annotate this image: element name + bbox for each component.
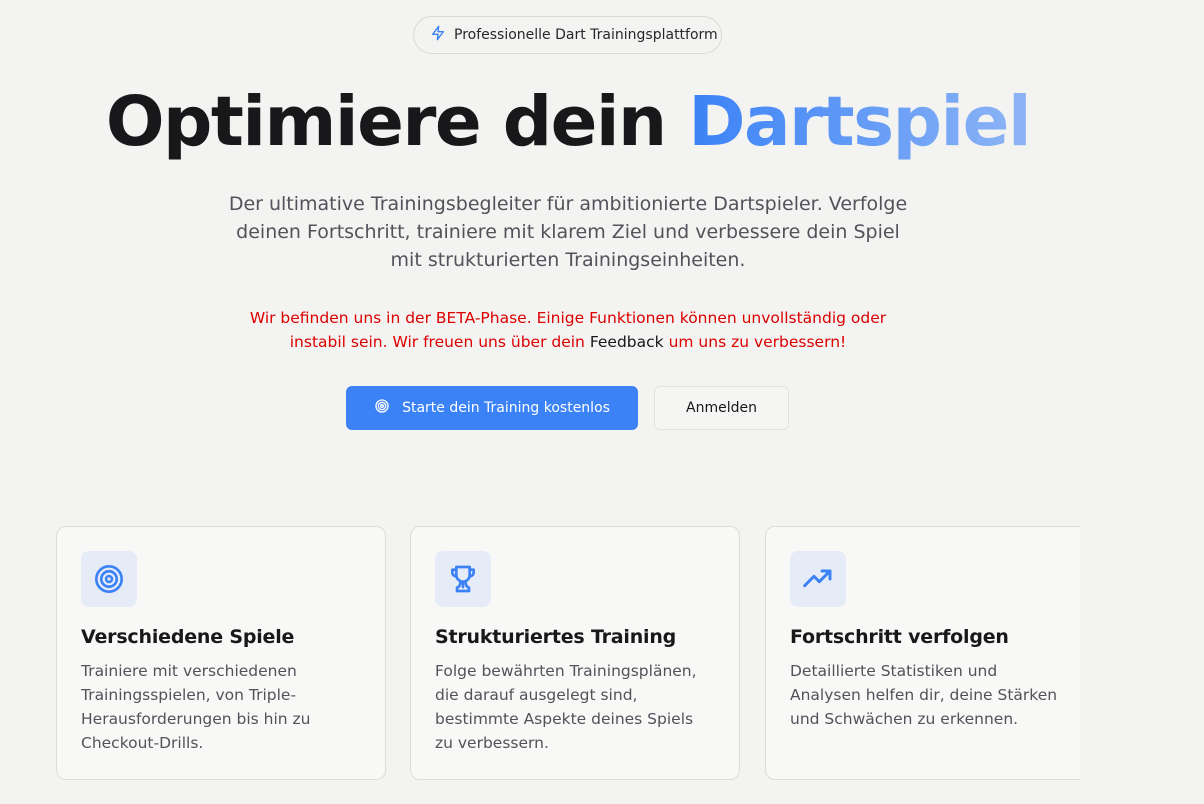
hero-title-accent: Dartspiel — [688, 82, 1031, 162]
platform-badge: Professionelle Dart Trainingsplattform — [413, 16, 722, 54]
feature-title: Verschiedene Spiele — [81, 626, 295, 648]
feature-text: Detaillierte Statistiken und Analysen he… — [790, 662, 1058, 728]
platform-badge-label: Professionelle Dart Trainingsplattform — [454, 27, 718, 43]
landing-page: Professionelle Dart Trainingsplattform O… — [0, 0, 1204, 804]
feature-title: Strukturiertes Training — [435, 626, 677, 648]
trophy-icon — [435, 551, 491, 607]
feature-card-progress: Fortschritt verfolgen Detaillierte Stati… — [765, 526, 1080, 780]
beta-notice-text-end: um uns zu verbessern! — [663, 333, 847, 351]
start-training-button[interactable]: Starte dein Training kostenlos — [346, 386, 638, 430]
hero-title: Optimiere dein Dartspiel — [0, 82, 1136, 162]
feature-cards: Verschiedene Spiele Trainiere mit versch… — [56, 526, 1080, 780]
lightning-icon — [430, 25, 446, 45]
login-label: Anmelden — [686, 400, 757, 416]
feature-card-training: Strukturiertes Training Folge bewährten … — [410, 526, 740, 780]
hero-subtitle: Der ultimative Trainingsbegleiter für am… — [228, 193, 908, 271]
beta-notice: Wir befinden uns in der BETA-Phase. Eini… — [228, 306, 908, 354]
feature-card-games: Verschiedene Spiele Trainiere mit versch… — [56, 526, 386, 780]
feature-title: Fortschritt verfolgen — [790, 626, 1009, 648]
feature-text: Trainiere mit verschiedenen Trainingsspi… — [81, 662, 311, 752]
feedback-link[interactable]: Feedback — [590, 333, 664, 351]
hero-title-plain: Optimiere dein — [105, 82, 689, 162]
trending-up-icon — [790, 551, 846, 607]
target-icon — [374, 398, 390, 418]
start-training-label: Starte dein Training kostenlos — [402, 400, 610, 416]
feature-text: Folge bewährten Trainingsplänen, die dar… — [435, 662, 697, 752]
target-icon — [81, 551, 137, 607]
login-button[interactable]: Anmelden — [654, 386, 789, 430]
